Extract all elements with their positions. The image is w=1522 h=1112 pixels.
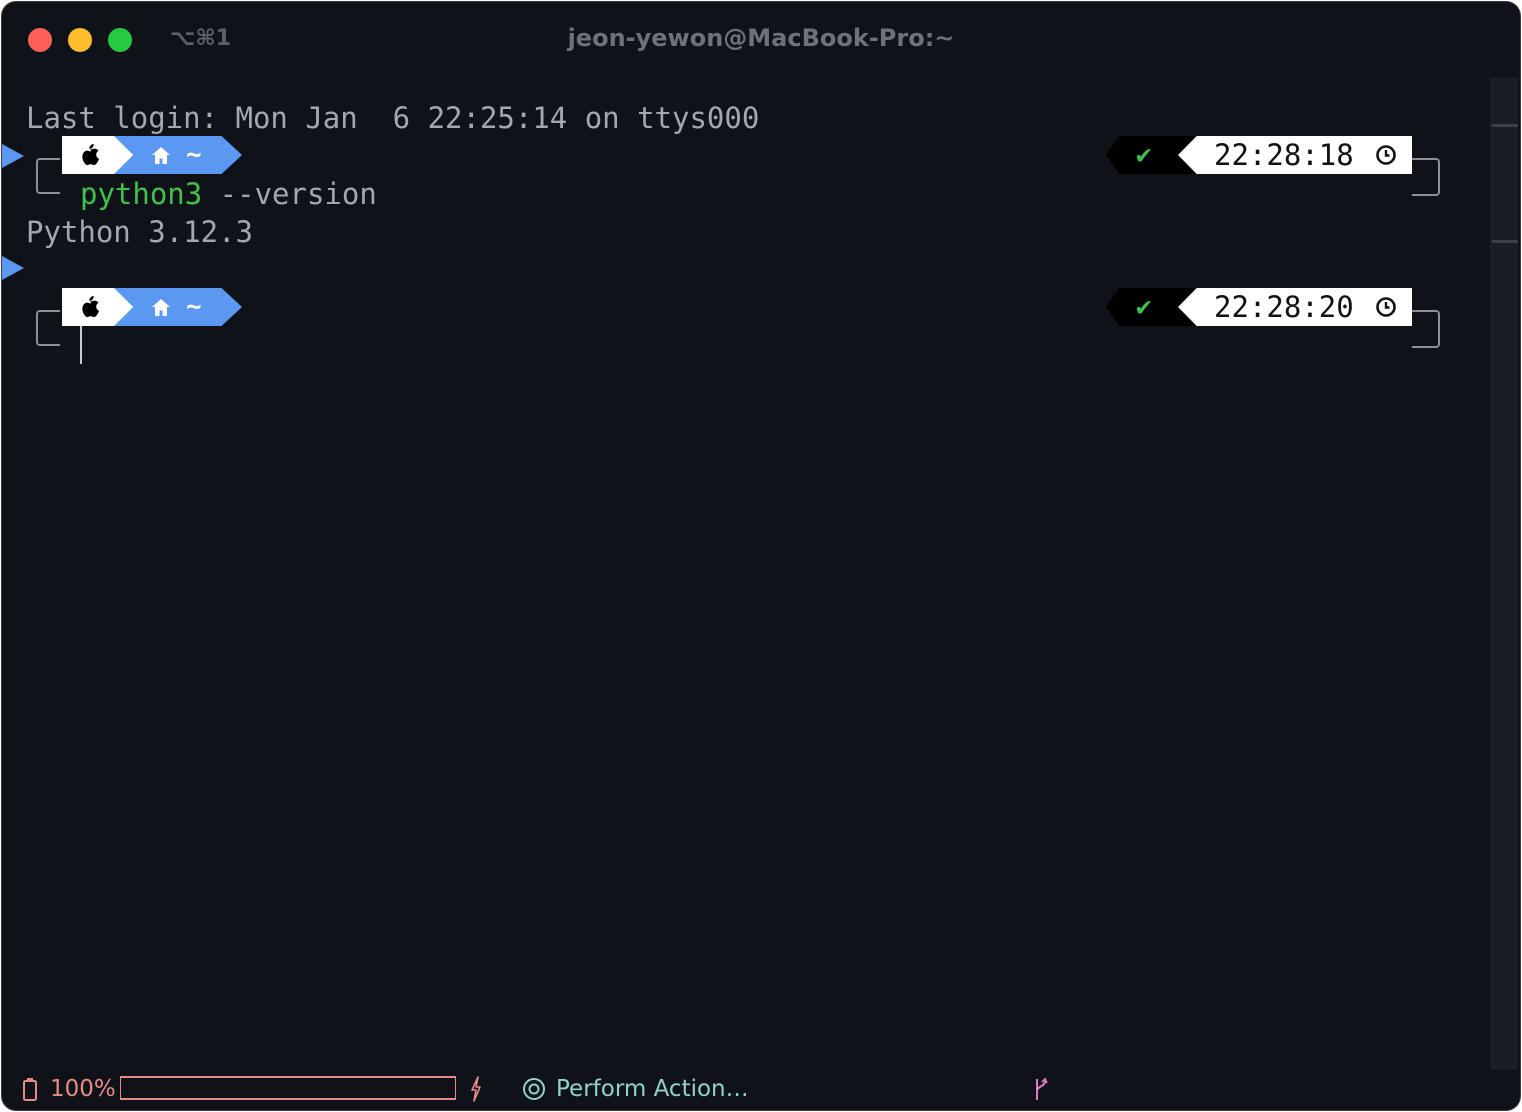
- battery-icon: [23, 1078, 37, 1101]
- title-bar: ⌥⌘1 jeon-yewon@MacBook-Pro:~: [2, 2, 1520, 78]
- battery-level-fill: [121, 1078, 455, 1098]
- last-login-line: Last login: Mon Jan 6 22:25:14 on ttys00…: [26, 101, 760, 135]
- command-args: --version: [202, 177, 377, 211]
- check-icon: ✔: [1136, 292, 1152, 322]
- battery-level-bar: [120, 1076, 456, 1100]
- terminal-window: ⌥⌘1 jeon-yewon@MacBook-Pro:~ Last login:…: [2, 2, 1520, 1110]
- clock-icon: [1376, 145, 1396, 165]
- bolt-icon: [471, 1076, 481, 1102]
- command-output: Python 3.12.3: [26, 215, 253, 249]
- text-cursor[interactable]: [80, 326, 82, 364]
- prompt-bracket-right: [1412, 310, 1440, 348]
- prompt-time: 22:28:20: [1214, 290, 1354, 324]
- command-line: python3 --version: [80, 176, 377, 212]
- check-icon: ✔: [1136, 140, 1152, 170]
- battery-percent: 100%: [50, 1076, 116, 1102]
- apple-icon: [82, 296, 100, 318]
- prompt-mark-icon[interactable]: [2, 144, 24, 168]
- scroll-mark: [1492, 240, 1518, 243]
- directory-label: ~: [186, 292, 202, 322]
- prompt-bracket-left: [36, 310, 60, 346]
- prompt-bracket-left: [36, 158, 60, 194]
- prompt-mark-icon[interactable]: [2, 256, 24, 280]
- window-title: jeon-yewon@MacBook-Pro:~: [567, 24, 955, 52]
- directory-label: ~: [186, 140, 202, 170]
- command-name: python3: [80, 177, 203, 211]
- scrollbar[interactable]: [1490, 78, 1518, 1070]
- perform-action-button[interactable]: Perform Action…: [556, 1076, 749, 1102]
- prompt-bracket-right: [1412, 158, 1440, 196]
- target-icon[interactable]: [522, 1077, 546, 1101]
- clock-icon: [1376, 297, 1396, 317]
- status-bar: 100% Perform Action…: [2, 1070, 1520, 1110]
- branch-icon[interactable]: [1032, 1076, 1050, 1102]
- apple-icon: [82, 144, 100, 166]
- scroll-mark: [1492, 124, 1518, 127]
- home-icon: [152, 147, 170, 164]
- prompt-time: 22:28:18: [1214, 138, 1354, 172]
- home-icon: [152, 299, 170, 316]
